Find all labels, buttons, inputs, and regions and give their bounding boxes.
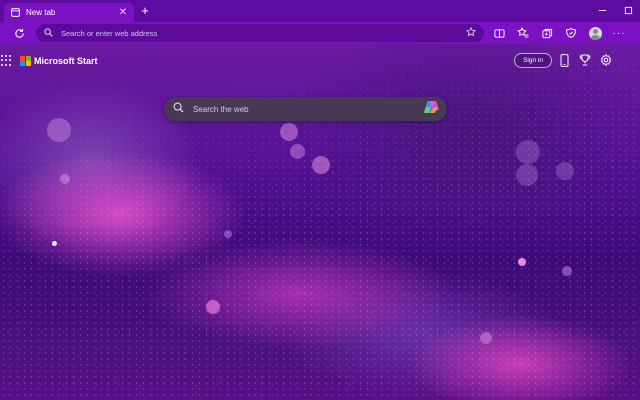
bokeh-light [516, 140, 540, 164]
microsoft-start-logo[interactable]: Microsoft Start [20, 54, 98, 67]
tab-title: New tab [26, 8, 56, 17]
search-input[interactable]: Search the web [193, 105, 414, 114]
search-icon [173, 100, 184, 118]
profile-icon[interactable] [588, 26, 602, 40]
avatar [588, 26, 602, 40]
toolbar: Search or enter web address ··· [0, 22, 640, 44]
bokeh-light [516, 164, 538, 186]
bokeh-light [312, 156, 330, 174]
tab-strip: New tab ✕ + [0, 0, 640, 22]
settings-gear-icon[interactable] [599, 53, 613, 67]
bokeh-light [60, 174, 70, 184]
new-tab-page-icon [10, 8, 20, 18]
split-screen-icon[interactable] [492, 26, 506, 40]
star-icon[interactable] [465, 24, 477, 42]
bokeh-light [290, 144, 305, 159]
bokeh-light [518, 258, 526, 266]
brand-name: Microsoft Start [34, 55, 98, 66]
maximize-button[interactable] [622, 4, 634, 16]
mobile-icon[interactable] [557, 53, 571, 67]
copilot-icon[interactable] [423, 99, 439, 120]
refresh-icon[interactable] [12, 26, 26, 40]
bokeh-light [47, 118, 71, 142]
bokeh-light [480, 332, 492, 344]
address-input[interactable]: Search or enter web address [61, 29, 458, 38]
bokeh-light [556, 162, 574, 180]
search-icon [44, 24, 53, 42]
new-tab-button[interactable]: + [138, 4, 152, 18]
collections-icon[interactable] [540, 26, 554, 40]
close-tab-icon[interactable]: ✕ [118, 7, 128, 18]
toolbar-actions: ··· [492, 25, 626, 41]
window-controls [596, 2, 634, 18]
bokeh-light [562, 266, 572, 276]
browser-essentials-icon[interactable] [564, 26, 578, 40]
minimize-button[interactable] [596, 4, 608, 16]
more-icon[interactable]: ··· [612, 26, 626, 40]
microsoft-logo-icon [20, 55, 31, 67]
apps-grid-icon[interactable] [0, 55, 11, 66]
tab-new-tab[interactable]: New tab ✕ [4, 3, 134, 22]
address-bar[interactable]: Search or enter web address [36, 24, 484, 42]
bokeh-light [52, 241, 57, 246]
web-search-box[interactable]: Search the web [164, 97, 447, 121]
bokeh-light [224, 230, 232, 238]
sign-in-button[interactable]: Sign in [514, 53, 552, 68]
bokeh-light [280, 123, 298, 141]
favorites-icon[interactable] [516, 26, 530, 40]
rewards-trophy-icon[interactable] [578, 53, 592, 67]
bokeh-light [206, 300, 220, 314]
